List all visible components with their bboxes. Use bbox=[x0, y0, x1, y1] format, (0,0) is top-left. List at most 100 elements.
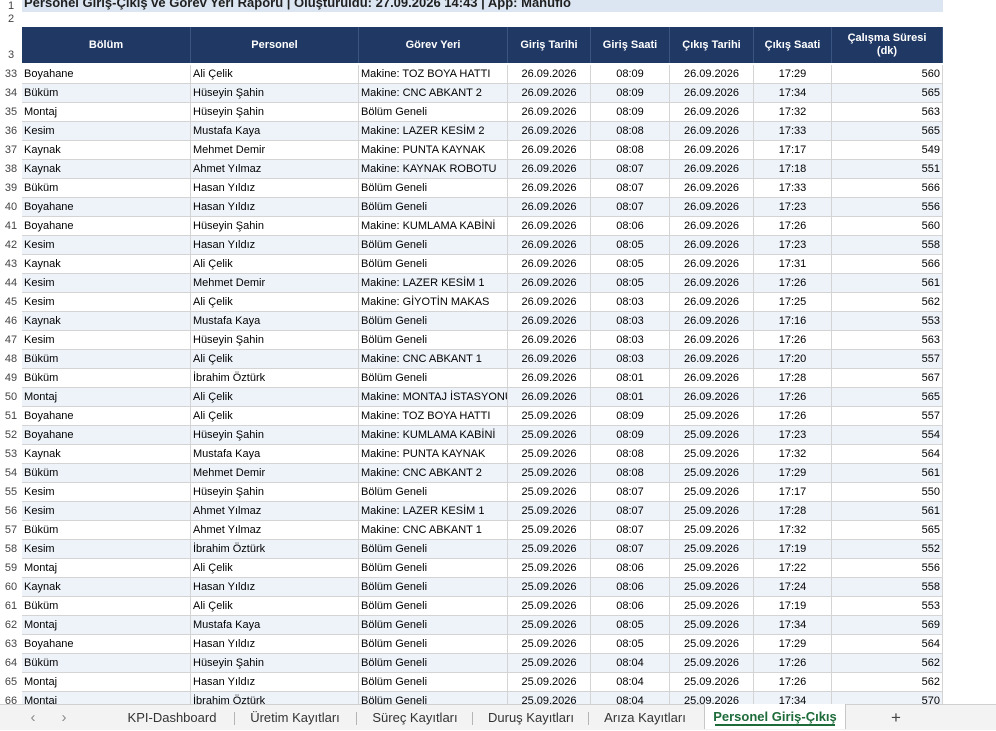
table-cell-personel[interactable]: İbrahim Öztürk bbox=[191, 692, 359, 704]
table-cell-gt[interactable]: 26.09.2026 bbox=[508, 312, 591, 331]
table-cell-ct[interactable]: 25.09.2026 bbox=[670, 692, 754, 704]
table-cell-personel[interactable]: Mustafa Kaya bbox=[191, 616, 359, 635]
table-cell-bolum[interactable]: Kaynak bbox=[22, 312, 191, 331]
table-cell-bolum[interactable]: Kesim bbox=[22, 293, 191, 312]
table-cell-gorev[interactable]: Bölüm Geneli bbox=[359, 597, 508, 616]
table-cell-bolum[interactable]: Kesim bbox=[22, 540, 191, 559]
table-cell-personel[interactable]: Mehmet Demir bbox=[191, 464, 359, 483]
row-number[interactable]: 54 bbox=[0, 464, 22, 483]
table-cell-ct[interactable]: 26.09.2026 bbox=[670, 312, 754, 331]
row-number[interactable]: 57 bbox=[0, 521, 22, 540]
column-header[interactable]: Çalışma Süresi (dk) bbox=[832, 27, 943, 63]
row-number[interactable]: 3 bbox=[0, 49, 22, 61]
table-cell-cs[interactable]: 17:19 bbox=[754, 540, 832, 559]
table-cell-gorev[interactable]: Makine: GİYOTİN MAKAS bbox=[359, 293, 508, 312]
table-cell-sure[interactable]: 561 bbox=[832, 502, 943, 521]
table-cell-gs[interactable]: 08:09 bbox=[591, 65, 670, 84]
table-cell-personel[interactable]: Hüseyin Şahin bbox=[191, 331, 359, 350]
table-cell-cs[interactable]: 17:23 bbox=[754, 236, 832, 255]
row-number[interactable]: 56 bbox=[0, 502, 22, 521]
sheet-tab[interactable]: Üretim Kayıtları bbox=[236, 705, 354, 730]
table-cell-cs[interactable]: 17:16 bbox=[754, 312, 832, 331]
table-cell-ct[interactable]: 26.09.2026 bbox=[670, 160, 754, 179]
table-cell-sure[interactable]: 565 bbox=[832, 388, 943, 407]
table-cell-sure[interactable]: 560 bbox=[832, 65, 943, 84]
table-cell-gorev[interactable]: Makine: LAZER KESİM 1 bbox=[359, 274, 508, 293]
table-cell-bolum[interactable]: Montaj bbox=[22, 692, 191, 704]
table-cell-gs[interactable]: 08:07 bbox=[591, 160, 670, 179]
row-number[interactable]: 66 bbox=[0, 692, 22, 704]
table-cell-sure[interactable]: 550 bbox=[832, 483, 943, 502]
table-cell-gs[interactable]: 08:05 bbox=[591, 255, 670, 274]
row-number[interactable]: 61 bbox=[0, 597, 22, 616]
table-cell-ct[interactable]: 26.09.2026 bbox=[670, 84, 754, 103]
table-cell-bolum[interactable]: Boyahane bbox=[22, 426, 191, 445]
table-cell-gorev[interactable]: Bölüm Geneli bbox=[359, 635, 508, 654]
table-cell-gs[interactable]: 08:09 bbox=[591, 407, 670, 426]
table-cell-gs[interactable]: 08:08 bbox=[591, 141, 670, 160]
row-number[interactable]: 48 bbox=[0, 350, 22, 369]
table-cell-ct[interactable]: 25.09.2026 bbox=[670, 654, 754, 673]
table-cell-gt[interactable]: 25.09.2026 bbox=[508, 407, 591, 426]
table-cell-gorev[interactable]: Bölüm Geneli bbox=[359, 312, 508, 331]
table-cell-ct[interactable]: 25.09.2026 bbox=[670, 407, 754, 426]
table-cell-personel[interactable]: Ahmet Yılmaz bbox=[191, 502, 359, 521]
table-cell-gt[interactable]: 26.09.2026 bbox=[508, 160, 591, 179]
table-cell-personel[interactable]: Ali Çelik bbox=[191, 293, 359, 312]
table-cell-gorev[interactable]: Makine: KAYNAK ROBOTU bbox=[359, 160, 508, 179]
table-cell-gs[interactable]: 08:04 bbox=[591, 673, 670, 692]
row-number[interactable]: 35 bbox=[0, 103, 22, 122]
table-cell-ct[interactable]: 26.09.2026 bbox=[670, 122, 754, 141]
table-cell-gorev[interactable]: Bölüm Geneli bbox=[359, 179, 508, 198]
table-cell-bolum[interactable]: Kesim bbox=[22, 274, 191, 293]
table-cell-gs[interactable]: 08:06 bbox=[591, 597, 670, 616]
table-cell-cs[interactable]: 17:28 bbox=[754, 369, 832, 388]
row-number[interactable]: 60 bbox=[0, 578, 22, 597]
table-cell-ct[interactable]: 25.09.2026 bbox=[670, 635, 754, 654]
row-number[interactable]: 2 bbox=[0, 12, 22, 27]
row-number[interactable]: 46 bbox=[0, 312, 22, 331]
table-cell-bolum[interactable]: Montaj bbox=[22, 388, 191, 407]
table-cell-gorev[interactable]: Makine: KUMLAMA KABİNİ bbox=[359, 426, 508, 445]
table-cell-personel[interactable]: Ali Çelik bbox=[191, 559, 359, 578]
table-cell-ct[interactable]: 25.09.2026 bbox=[670, 464, 754, 483]
table-cell-ct[interactable]: 25.09.2026 bbox=[670, 521, 754, 540]
table-cell-ct[interactable]: 25.09.2026 bbox=[670, 502, 754, 521]
table-cell-sure[interactable]: 558 bbox=[832, 236, 943, 255]
table-cell-bolum[interactable]: Kesim bbox=[22, 122, 191, 141]
row-number[interactable]: 34 bbox=[0, 84, 22, 103]
row-number[interactable]: 58 bbox=[0, 540, 22, 559]
row-number[interactable]: 62 bbox=[0, 616, 22, 635]
table-cell-bolum[interactable]: Kesim bbox=[22, 331, 191, 350]
table-cell-gorev[interactable]: Makine: LAZER KESİM 2 bbox=[359, 122, 508, 141]
table-cell-bolum[interactable]: Kaynak bbox=[22, 160, 191, 179]
table-cell-cs[interactable]: 17:20 bbox=[754, 350, 832, 369]
table-cell-sure[interactable]: 553 bbox=[832, 597, 943, 616]
table-cell-personel[interactable]: Hasan Yıldız bbox=[191, 179, 359, 198]
table-cell-gt[interactable]: 25.09.2026 bbox=[508, 654, 591, 673]
table-cell-gs[interactable]: 08:05 bbox=[591, 635, 670, 654]
table-cell-gorev[interactable]: Makine: PUNTA KAYNAK bbox=[359, 445, 508, 464]
table-cell-gorev[interactable]: Bölüm Geneli bbox=[359, 540, 508, 559]
table-cell-gorev[interactable]: Bölüm Geneli bbox=[359, 255, 508, 274]
table-cell-gs[interactable]: 08:06 bbox=[591, 578, 670, 597]
table-cell-gt[interactable]: 25.09.2026 bbox=[508, 635, 591, 654]
row-number[interactable]: 49 bbox=[0, 369, 22, 388]
table-cell-gorev[interactable]: Bölüm Geneli bbox=[359, 616, 508, 635]
table-cell-sure[interactable]: 563 bbox=[832, 331, 943, 350]
table-cell-gs[interactable]: 08:03 bbox=[591, 350, 670, 369]
table-cell-personel[interactable]: Ali Çelik bbox=[191, 597, 359, 616]
prev-sheet-icon[interactable]: ‹ bbox=[24, 709, 42, 727]
table-cell-personel[interactable]: Mehmet Demir bbox=[191, 274, 359, 293]
table-cell-gt[interactable]: 25.09.2026 bbox=[508, 616, 591, 635]
table-cell-gs[interactable]: 08:09 bbox=[591, 426, 670, 445]
table-cell-cs[interactable]: 17:22 bbox=[754, 559, 832, 578]
row-number[interactable]: 45 bbox=[0, 293, 22, 312]
table-cell-gs[interactable]: 08:05 bbox=[591, 274, 670, 293]
table-cell-gt[interactable]: 26.09.2026 bbox=[508, 274, 591, 293]
row-number[interactable]: 53 bbox=[0, 445, 22, 464]
column-header[interactable]: Görev Yeri bbox=[359, 27, 508, 63]
table-cell-gorev[interactable]: Bölüm Geneli bbox=[359, 103, 508, 122]
table-cell-cs[interactable]: 17:33 bbox=[754, 122, 832, 141]
table-cell-bolum[interactable]: Büküm bbox=[22, 84, 191, 103]
